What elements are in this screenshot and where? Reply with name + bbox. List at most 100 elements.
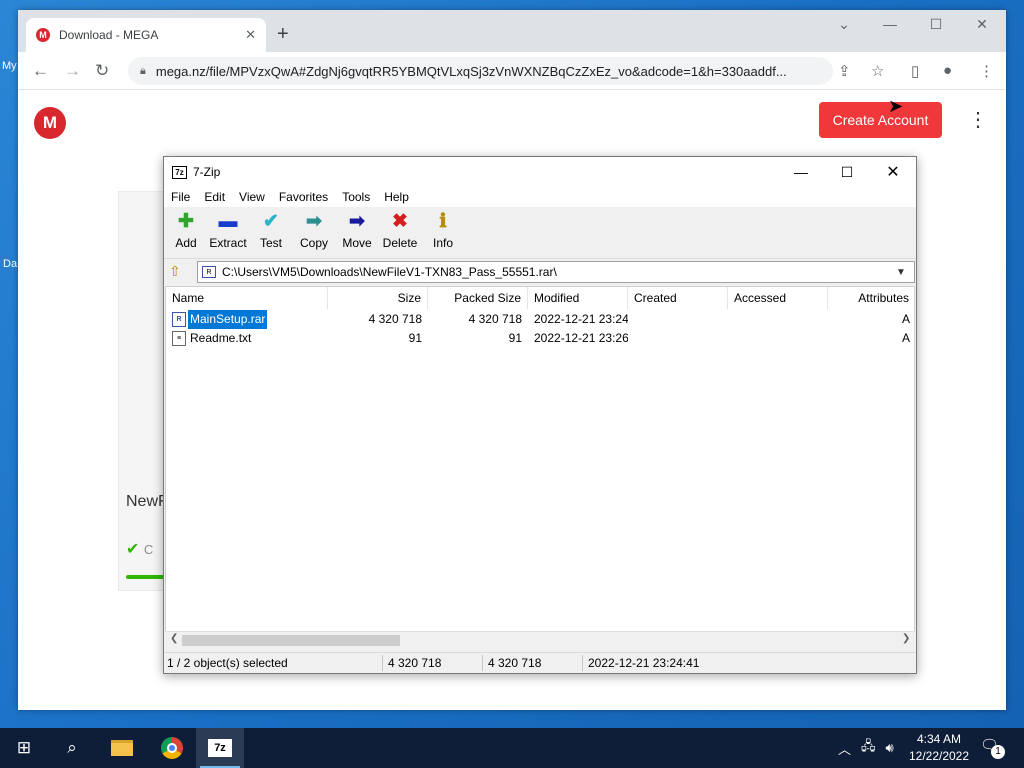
network-icon[interactable]: 🖧︎ [861, 737, 876, 759]
progress-bar [126, 575, 166, 579]
create-account-button[interactable]: Create Account [819, 102, 942, 138]
column-packed-size[interactable]: Packed Size [428, 287, 528, 309]
column-accessed[interactable]: Accessed [728, 287, 828, 309]
share-icon[interactable]: ⇪ [838, 62, 851, 80]
menu-icon[interactable]: ⋮ [979, 62, 994, 80]
column-size[interactable]: Size [328, 287, 428, 309]
menu-edit[interactable]: Edit [197, 190, 232, 204]
volume-icon[interactable]: 🔊︎ [886, 740, 894, 756]
clock[interactable]: 4:34 AM 12/22/2022 [903, 731, 975, 765]
chrome-taskbar-button[interactable] [148, 728, 196, 768]
extract-button[interactable]: ▬ Extract [206, 211, 250, 257]
status-size: 4 320 718 [388, 656, 442, 670]
folder-icon [111, 740, 133, 756]
address-bar[interactable]: 🔒︎ mega.nz/file/MPVzxQwA#ZdgNj6gvqtRR5YB… [128, 57, 833, 85]
list-header: Name Size Packed Size Modified Created A… [166, 287, 914, 309]
start-button[interactable]: ⊞ [0, 728, 48, 768]
column-created[interactable]: Created [628, 287, 728, 309]
menu-file[interactable]: File [164, 190, 197, 204]
sidepanel-icon[interactable]: ▯ [911, 62, 919, 80]
scroll-thumb[interactable] [182, 635, 400, 646]
column-modified[interactable]: Modified [528, 287, 628, 309]
close-icon[interactable]: ✕ [870, 157, 916, 187]
menu-tools[interactable]: Tools [335, 190, 377, 204]
mega-logo[interactable]: M [34, 107, 66, 139]
status-packed: 4 320 718 [488, 656, 542, 670]
clock-time: 4:34 AM [916, 732, 962, 746]
7zip-taskbar-button[interactable]: 7z [196, 728, 244, 768]
notification-center-button[interactable]: 🗨︎ 1 [980, 736, 1005, 760]
notification-count: 1 [991, 745, 1005, 759]
path-text[interactable]: C:\Users\VM5\Downloads\NewFileV1-TXN83_P… [222, 265, 896, 279]
column-name[interactable]: Name [166, 287, 328, 309]
chevron-up-icon[interactable]: ︿ [838, 739, 851, 758]
file-size: 4 320 718 [368, 312, 422, 326]
more-menu-icon[interactable]: ⋮ [968, 107, 988, 132]
search-button[interactable]: ⌕ [48, 728, 96, 768]
move-button[interactable]: ➡ Move [335, 211, 379, 257]
test-icon: ✔ [263, 211, 279, 232]
delete-button[interactable]: ✖ Delete [378, 211, 422, 257]
delete-icon: ✖ [392, 211, 408, 232]
rar-file-icon: R [202, 266, 216, 278]
test-label: Test [259, 236, 282, 250]
test-button[interactable]: ✔ Test [249, 211, 293, 257]
clock-date: 12/22/2022 [908, 749, 970, 763]
table-row[interactable]: ≡ Readme.txt 91 91 2022-12-21 23:26 A [166, 329, 914, 348]
lock-icon[interactable]: 🔒︎ [140, 65, 146, 78]
url-text[interactable]: mega.nz/file/MPVzxQwA#ZdgNj6gvqtRR5YBMQt… [156, 64, 821, 79]
profile-icon[interactable]: ● [943, 62, 952, 79]
add-icon: ✚ [178, 211, 194, 232]
extract-label: Extract [209, 236, 247, 250]
file-name[interactable]: Readme.txt [188, 329, 253, 348]
desktop-icon-label[interactable]: Da [3, 258, 17, 270]
extract-icon: ▬ [218, 211, 238, 232]
star-icon[interactable]: ☆ [871, 62, 884, 80]
file-packed-size: 4 320 718 [468, 312, 522, 326]
back-icon[interactable]: ← [32, 61, 49, 81]
table-row[interactable]: R MainSetup.rar 4 320 718 4 320 718 2022… [166, 309, 914, 330]
add-button[interactable]: ✚ Add [164, 211, 208, 257]
chevron-down-icon[interactable]: ▼ [896, 267, 914, 278]
info-label: Info [432, 236, 453, 250]
file-name[interactable]: MainSetup.rar [186, 309, 269, 330]
maximize-icon[interactable]: ☐ [824, 157, 870, 187]
copy-icon: ➡ [306, 211, 322, 232]
status-divider [482, 655, 483, 671]
info-button[interactable]: ℹ Info [421, 211, 465, 257]
file-packed-size: 91 [508, 331, 522, 345]
minimize-icon[interactable]: — [867, 16, 913, 32]
close-tab-icon[interactable]: ✕ [245, 27, 256, 43]
mouse-cursor-icon: ➤ [888, 96, 904, 116]
new-tab-icon[interactable]: + [277, 23, 289, 46]
file-explorer-button[interactable] [98, 728, 146, 768]
maximize-icon[interactable]: ☐ [913, 16, 959, 33]
copy-button[interactable]: ➡ Copy [292, 211, 336, 257]
status-modified: 2022-12-21 23:24:41 [588, 656, 700, 670]
file-list[interactable]: Name Size Packed Size Modified Created A… [165, 286, 915, 632]
7zip-titlebar[interactable]: 7z 7-Zip — ☐ ✕ [164, 157, 916, 187]
scroll-left-icon[interactable]: ❮ [170, 633, 178, 644]
folder-up-icon[interactable]: ⇧ [169, 263, 181, 280]
menu-help[interactable]: Help [377, 190, 416, 204]
move-label: Move [342, 236, 372, 250]
path-combobox[interactable]: R C:\Users\VM5\Downloads\NewFileV1-TXN83… [197, 261, 915, 283]
delete-label: Delete [382, 236, 418, 250]
desktop-icon-label[interactable]: My [2, 60, 17, 72]
check-icon: ✔ C [126, 541, 154, 558]
minimize-icon[interactable]: — [778, 157, 824, 187]
close-window-icon[interactable]: ✕ [959, 16, 1005, 33]
scroll-right-icon[interactable]: ❯ [902, 633, 910, 644]
status-divider [582, 655, 583, 671]
system-tray: ︿ 🖧︎ 🔊︎ [838, 728, 894, 768]
menu-favorites[interactable]: Favorites [272, 190, 335, 204]
horizontal-scrollbar[interactable]: ❮ ❯ [165, 631, 915, 648]
tab-search-icon[interactable]: ⌄ [821, 16, 867, 33]
column-attributes[interactable]: Attributes [828, 287, 914, 309]
reload-icon[interactable]: ↻ [95, 61, 109, 81]
forward-icon[interactable]: → [64, 61, 81, 81]
menu-view[interactable]: View [232, 190, 272, 204]
browser-tab[interactable]: M Download - MEGA ✕ [26, 18, 266, 52]
browser-toolbar: ← → ↻ 🔒︎ mega.nz/file/MPVzxQwA#ZdgNj6gvq… [18, 52, 1006, 90]
path-row: ⇧ R C:\Users\VM5\Downloads\NewFileV1-TXN… [164, 260, 916, 284]
